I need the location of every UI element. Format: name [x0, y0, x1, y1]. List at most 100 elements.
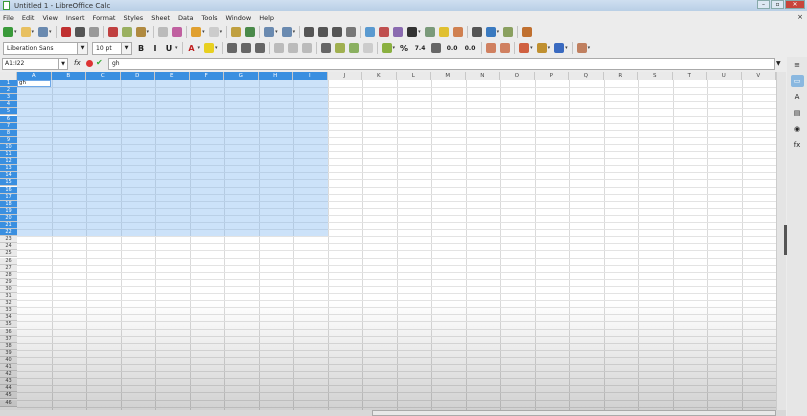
row-header[interactable]: 33 — [0, 307, 17, 315]
pivot-table-icon[interactable] — [393, 26, 404, 37]
row-header[interactable]: 12 — [0, 158, 17, 166]
menu-tools[interactable]: Tools — [202, 14, 218, 22]
row-header[interactable]: 14 — [0, 172, 17, 180]
column-header-O[interactable]: O — [500, 72, 535, 80]
column-header-N[interactable]: N — [465, 72, 500, 80]
column-header-P[interactable]: P — [534, 72, 569, 80]
functions-icon[interactable]: fx — [791, 139, 804, 151]
sort-icon[interactable] — [304, 26, 315, 37]
menu-view[interactable]: View — [42, 14, 57, 22]
menu-styles[interactable]: Styles — [123, 14, 143, 22]
chevron-down-icon[interactable]: ▾ — [565, 45, 568, 51]
column-header-G[interactable]: G — [224, 72, 259, 80]
chevron-down-icon[interactable]: ▾ — [198, 45, 201, 51]
gallery-icon[interactable]: ▤ — [791, 107, 804, 119]
row-header[interactable]: 3 — [0, 94, 17, 102]
chevron-down-icon[interactable]: ▾ — [220, 29, 223, 35]
cell-a1[interactable]: gh — [17, 80, 51, 87]
properties-icon[interactable]: ▭ — [790, 75, 804, 87]
row-header[interactable]: 5 — [0, 108, 17, 116]
row-header[interactable]: 16 — [0, 186, 17, 194]
number-format-icon[interactable]: 7.4 — [413, 45, 427, 52]
merge-cells-icon[interactable] — [348, 43, 359, 53]
row-header[interactable]: 22 — [0, 229, 17, 237]
spelling-icon[interactable] — [245, 26, 256, 37]
spreadsheet-grid[interactable]: A B C D E F G H I J K L M N O P Q R S T U V 1 2 3 4 5 6 7 8 9 10 11 12 13 1… — [0, 72, 776, 410]
column-header-D[interactable]: D — [120, 72, 155, 80]
underline-icon[interactable]: U — [164, 44, 174, 53]
horizontal-scroll-thumb[interactable] — [372, 410, 776, 416]
column-header-L[interactable]: L — [396, 72, 431, 80]
row-header[interactable]: 24 — [0, 243, 17, 251]
row-header[interactable]: 30 — [0, 285, 17, 293]
undo-icon[interactable] — [191, 26, 202, 37]
row-header[interactable]: 4 — [0, 101, 17, 109]
row-header[interactable]: 35 — [0, 321, 17, 329]
font-size-combo[interactable]: 10 pt ▼ — [92, 41, 132, 55]
export-pdf-icon[interactable] — [60, 26, 71, 37]
align-top-icon[interactable] — [273, 43, 284, 53]
chevron-down-icon[interactable]: ▾ — [275, 29, 278, 35]
row-header[interactable]: 41 — [0, 364, 17, 372]
copy-icon[interactable] — [121, 26, 132, 37]
italic-icon[interactable]: I — [150, 44, 160, 53]
chevron-down-icon[interactable]: ▾ — [32, 29, 35, 35]
accept-icon[interactable]: ✔ — [96, 58, 103, 67]
hyperlink-icon[interactable] — [424, 26, 435, 37]
row-header[interactable]: 25 — [0, 250, 17, 258]
add-decimal-icon[interactable]: 0.0 — [445, 45, 459, 52]
row-header[interactable]: 23 — [0, 236, 17, 244]
menu-window[interactable]: Window — [226, 14, 252, 22]
chevron-down-icon[interactable]: ▾ — [147, 29, 150, 35]
menu-edit[interactable]: Edit — [22, 14, 35, 22]
decrease-indent-icon[interactable] — [500, 43, 511, 53]
column-header-I[interactable]: I — [293, 72, 328, 80]
styles-icon[interactable]: A — [791, 91, 804, 103]
new-icon[interactable] — [3, 26, 13, 37]
autofilter-icon[interactable] — [346, 26, 357, 37]
row-header[interactable]: 17 — [0, 193, 17, 201]
row-header[interactable]: 1 — [0, 80, 17, 88]
background-color-icon[interactable] — [554, 43, 565, 53]
chevron-down-icon[interactable]: ▾ — [293, 29, 296, 35]
increase-indent-icon[interactable] — [486, 43, 497, 53]
row-icon[interactable] — [264, 26, 275, 37]
conditional-format-icon[interactable] — [576, 43, 587, 53]
row-header[interactable]: 2 — [0, 87, 17, 95]
row-header[interactable]: 8 — [0, 129, 17, 137]
column-header-K[interactable]: K — [362, 72, 397, 80]
column-header-S[interactable]: S — [638, 72, 673, 80]
row-header[interactable]: 26 — [0, 257, 17, 265]
row-header[interactable]: 15 — [0, 179, 17, 187]
row-header[interactable]: 6 — [0, 115, 17, 123]
menu-sheet[interactable]: Sheet — [151, 14, 170, 22]
row-header[interactable]: 40 — [0, 356, 17, 364]
chevron-down-icon[interactable]: ▾ — [202, 29, 205, 35]
expand-formula-icon[interactable]: ▼ — [776, 60, 781, 67]
menu-data[interactable]: Data — [178, 14, 194, 22]
chevron-down-icon[interactable]: ▾ — [548, 45, 551, 51]
merge-center-icon[interactable] — [334, 43, 345, 53]
image-icon[interactable] — [365, 26, 376, 37]
bold-icon[interactable]: B — [136, 44, 146, 53]
row-header[interactable]: 11 — [0, 151, 17, 159]
define-print-area-icon[interactable] — [471, 26, 482, 37]
save-icon[interactable] — [38, 26, 49, 37]
row-header[interactable]: 39 — [0, 349, 17, 357]
show-draw-functions-icon[interactable] — [522, 26, 533, 37]
column-header-A[interactable]: A — [17, 72, 52, 80]
row-header[interactable]: 43 — [0, 378, 17, 386]
row-header[interactable]: 31 — [0, 293, 17, 301]
clear-formatting-icon[interactable] — [172, 26, 183, 37]
align-bottom-icon[interactable] — [301, 43, 312, 53]
percent-icon[interactable]: % — [399, 44, 409, 53]
open-icon[interactable] — [20, 26, 31, 37]
chevron-down-icon[interactable]: ▼ — [121, 42, 131, 54]
row-header[interactable]: 27 — [0, 264, 17, 272]
chevron-down-icon[interactable]: ▼ — [77, 42, 87, 54]
name-box[interactable]: A1:I22 ▼ — [2, 58, 68, 70]
redo-icon[interactable] — [208, 26, 219, 37]
delete-decimal-icon[interactable]: 0.0 — [463, 45, 477, 52]
freeze-rows-columns-icon[interactable] — [485, 26, 496, 37]
find-replace-icon[interactable] — [231, 26, 242, 37]
